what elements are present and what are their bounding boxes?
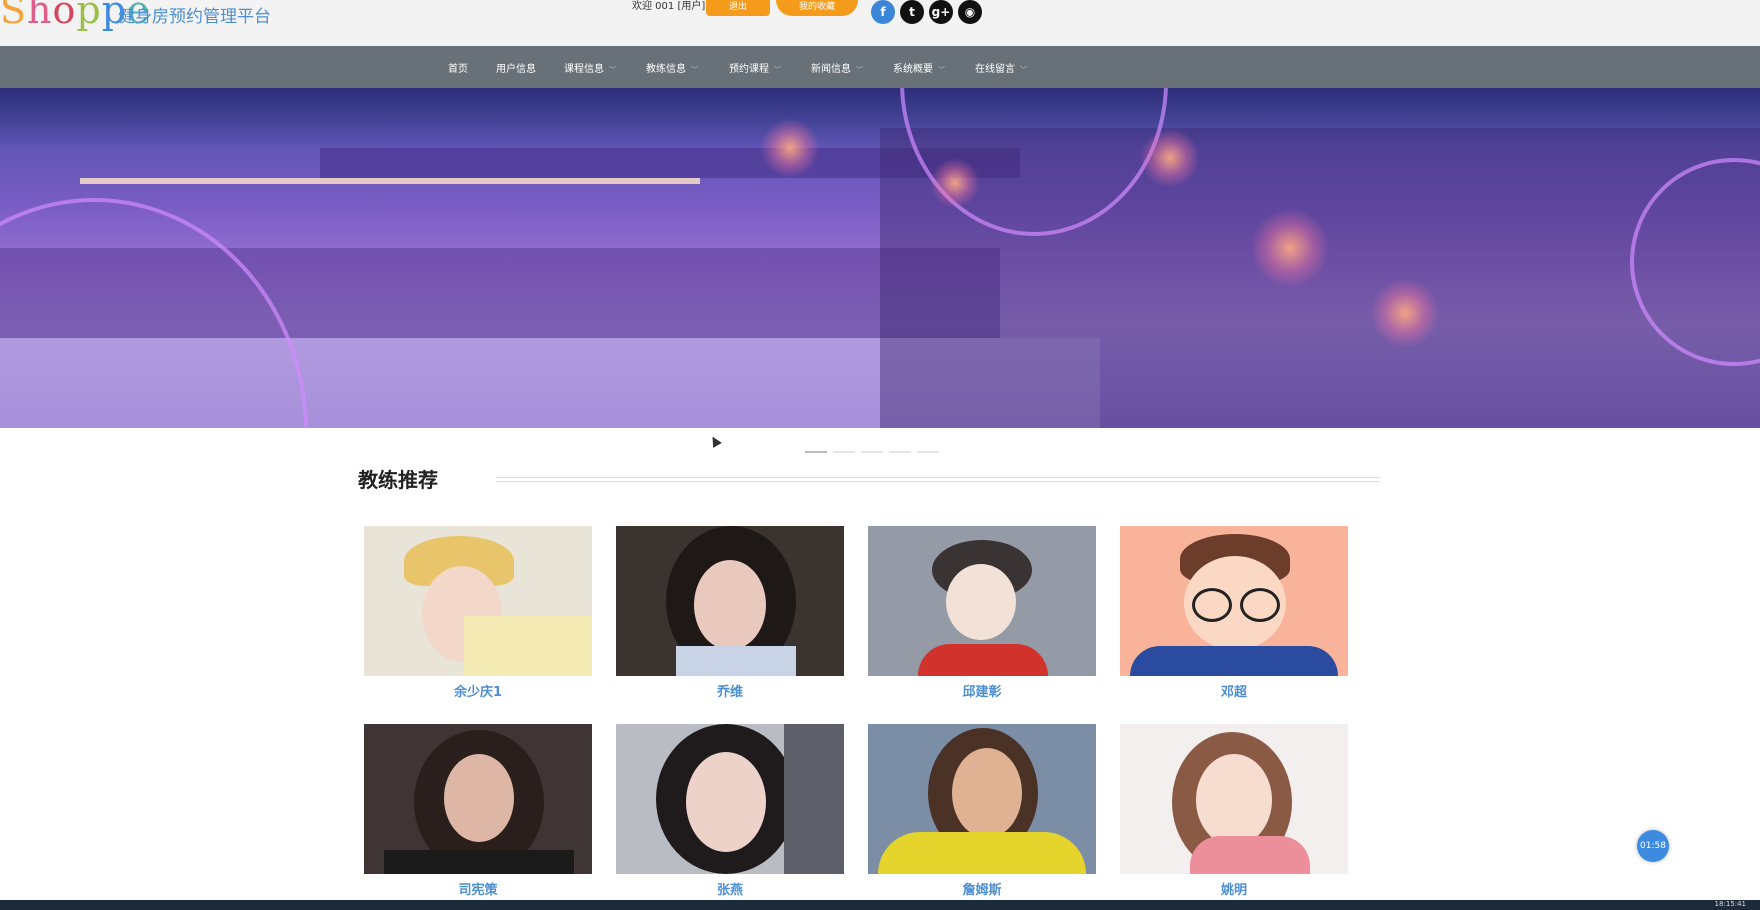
site-subtitle: 健身房预约管理平台 — [118, 7, 271, 27]
nav-item-home[interactable]: 首页 — [448, 60, 468, 75]
chevron-down-icon: ﹀ — [938, 66, 945, 74]
coach-photo[interactable] — [868, 724, 1096, 874]
coach-name[interactable]: 张燕 — [616, 879, 844, 898]
coach-name[interactable]: 詹姆斯 — [868, 879, 1096, 898]
chevron-down-icon: ﹀ — [856, 66, 863, 74]
coach-photo[interactable] — [364, 526, 592, 676]
chevron-down-icon: ﹀ — [774, 66, 781, 74]
city-light — [760, 118, 820, 178]
coach-photo[interactable] — [1120, 724, 1348, 874]
carousel-dot[interactable] — [861, 451, 883, 453]
nav-item-bookings[interactable]: 预约课程 ﹀ — [729, 60, 781, 75]
coach-card[interactable]: 姚明 — [1120, 724, 1348, 898]
coach-name[interactable]: 邱建彰 — [868, 681, 1096, 700]
coach-photo[interactable] — [1120, 526, 1348, 676]
nav-item-courses[interactable]: 课程信息 ﹀ — [564, 60, 616, 75]
twitter-icon[interactable]: t — [900, 0, 924, 24]
coach-photo[interactable] — [616, 526, 844, 676]
top-header: Shoppe 健身房预约管理平台 欢迎 001 [用户] 退出 我的收藏 f t… — [0, 0, 1760, 46]
coach-name[interactable]: 姚明 — [1120, 879, 1348, 898]
main-nav: 首页 用户信息 课程信息 ﹀ 教练信息 ﹀ 预约课程 ﹀ 新闻信息 ﹀ 系统概要 ﹀ 在线… — [0, 46, 1760, 88]
coach-card[interactable]: 余少庆1 — [364, 526, 592, 700]
title-divider — [496, 477, 1380, 482]
taskbar-clock: 18:15:41 — [1714, 900, 1746, 908]
facebook-icon[interactable]: f — [871, 0, 895, 24]
city-light — [1140, 128, 1200, 188]
city-light — [1250, 208, 1330, 288]
coach-photo[interactable] — [364, 724, 592, 874]
carousel-dot[interactable] — [889, 451, 911, 453]
coach-card[interactable]: 邱建彰 — [868, 526, 1096, 700]
chevron-down-icon: ﹀ — [691, 66, 698, 74]
city-light — [930, 158, 980, 208]
favorites-button[interactable]: 我的收藏 — [776, 0, 858, 16]
hero-carousel[interactable] — [0, 88, 1760, 428]
carousel-dot[interactable] — [917, 451, 939, 453]
mouse-cursor — [708, 434, 722, 448]
light-trail-ring — [0, 198, 308, 428]
google-plus-icon[interactable]: g+ — [929, 0, 953, 24]
carousel-dot[interactable] — [833, 451, 855, 453]
nav-item-system-overview[interactable]: 系统概要 ﹀ — [893, 60, 945, 75]
nav-item-user-info[interactable]: 用户信息 — [496, 60, 536, 75]
city-light — [1370, 278, 1440, 348]
coach-card[interactable]: 邓超 — [1120, 526, 1348, 700]
chevron-down-icon: ﹀ — [609, 66, 616, 74]
coach-name[interactable]: 余少庆1 — [364, 681, 592, 700]
coach-card[interactable]: 司宪策 — [364, 724, 592, 898]
pier-lights — [80, 178, 700, 184]
floating-timer-button[interactable]: 01:58 — [1637, 830, 1669, 862]
section-title-coaches: 教练推荐 — [358, 468, 438, 492]
logout-button[interactable]: 退出 — [706, 0, 770, 16]
carousel-dot[interactable] — [805, 451, 827, 453]
nav-item-messages[interactable]: 在线留言 ﹀ — [975, 60, 1027, 75]
coach-name[interactable]: 邓超 — [1120, 681, 1348, 700]
nav-item-coaches[interactable]: 教练信息 ﹀ — [646, 60, 698, 75]
coach-name[interactable]: 乔维 — [616, 681, 844, 700]
coach-card[interactable]: 詹姆斯 — [868, 724, 1096, 898]
coach-photo[interactable] — [616, 724, 844, 874]
coach-photo[interactable] — [868, 526, 1096, 676]
welcome-text: 欢迎 001 [用户] — [632, 1, 706, 12]
rss-icon[interactable]: ◉ — [958, 0, 982, 24]
nav-item-news[interactable]: 新闻信息 ﹀ — [811, 60, 863, 75]
os-taskbar: 18:15:41 — [0, 900, 1760, 910]
carousel-indicators — [805, 438, 945, 457]
coach-name[interactable]: 司宪策 — [364, 879, 592, 898]
coach-card[interactable]: 张燕 — [616, 724, 844, 898]
coach-card[interactable]: 乔维 — [616, 526, 844, 700]
chevron-down-icon: ﹀ — [1020, 66, 1027, 74]
